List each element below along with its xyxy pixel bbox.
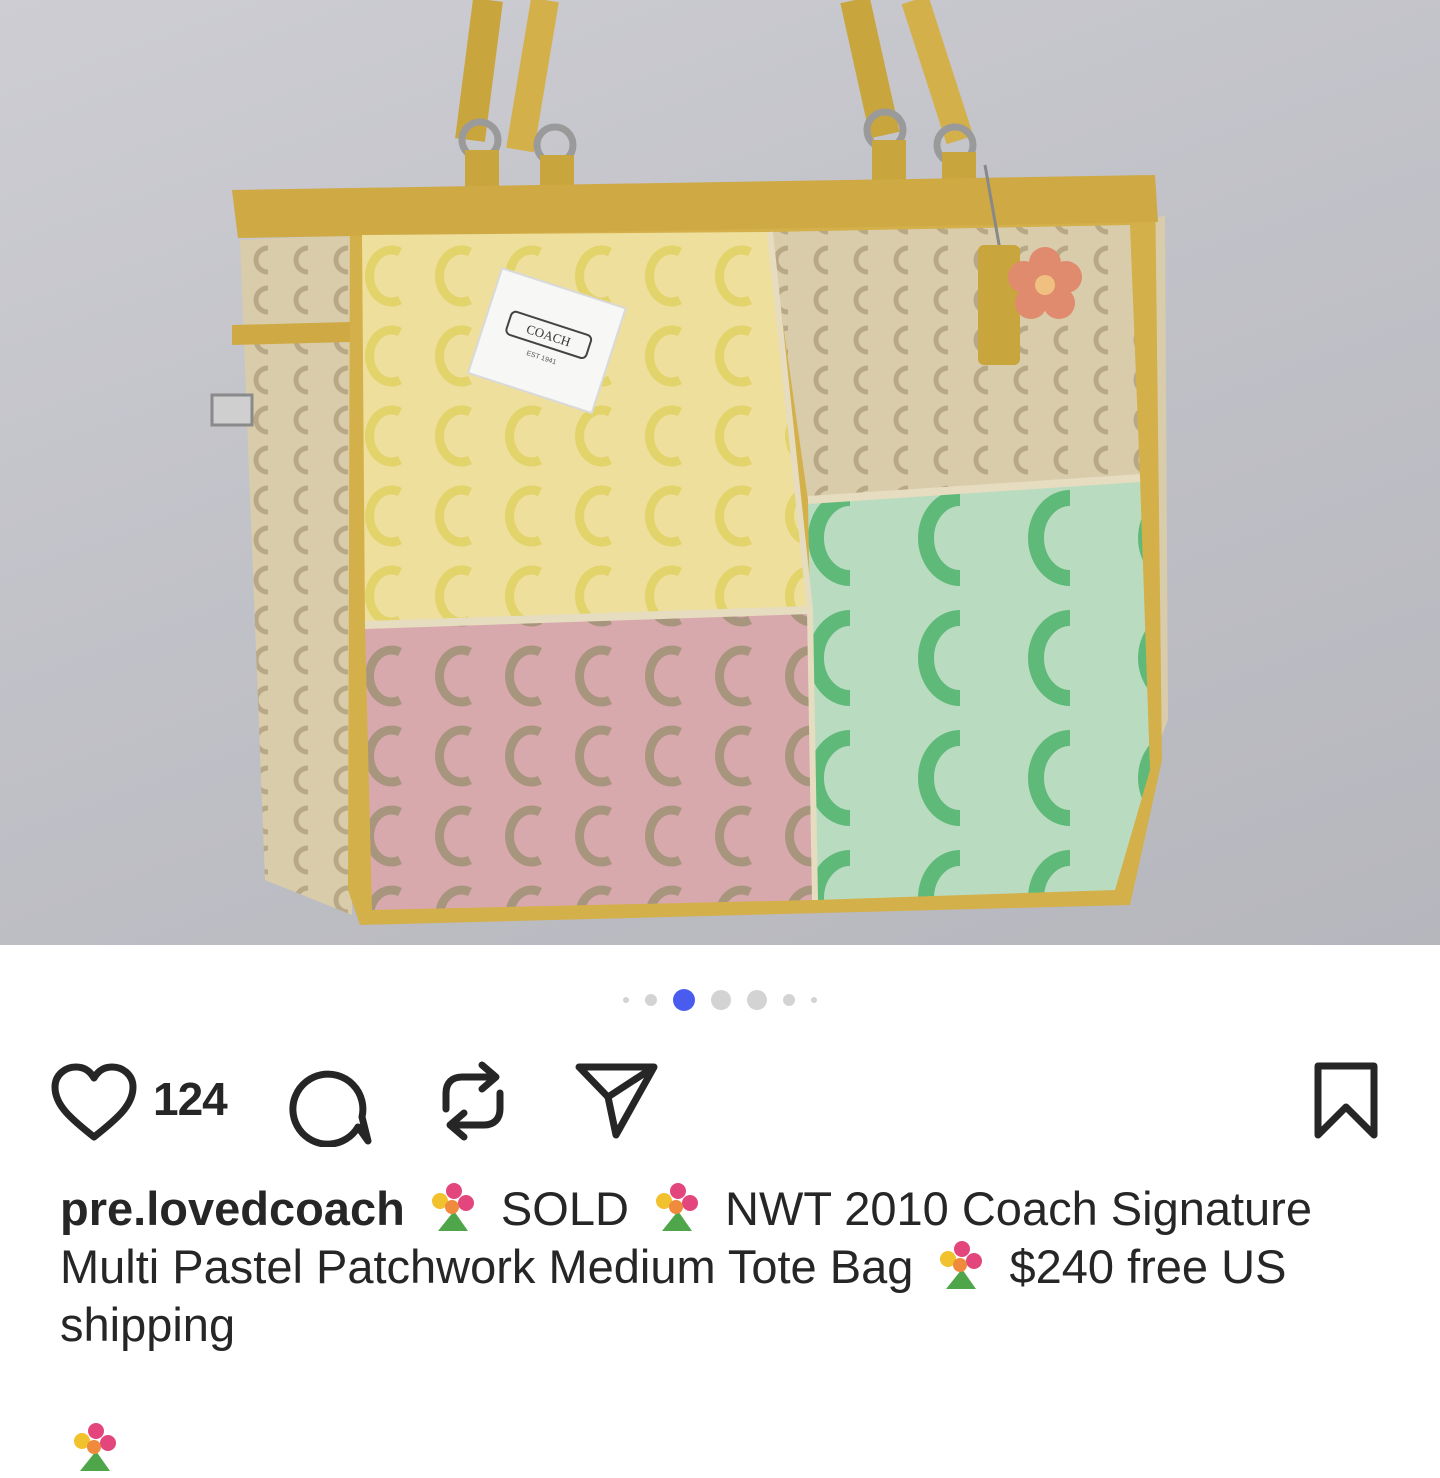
bouquet-emoji [940, 1241, 983, 1289]
carousel-dot [783, 994, 795, 1006]
bouquet-emoji [431, 1183, 474, 1231]
caption-username[interactable]: pre.lovedcoach [60, 1182, 405, 1235]
carousel-dot-active [673, 989, 695, 1011]
bouquet-emoji [655, 1183, 698, 1231]
carousel-dot [623, 997, 629, 1003]
repost-icon[interactable] [436, 1057, 510, 1145]
carousel-dot [811, 997, 817, 1003]
like-count[interactable]: 124 [153, 1072, 228, 1126]
carousel-indicator [0, 985, 1440, 1015]
tote-bag-photo: COACH EST 1941 [210, 0, 1168, 925]
bouquet-emoji [74, 1423, 116, 1471]
comment-icon[interactable] [288, 1063, 372, 1147]
send-icon[interactable] [574, 1061, 660, 1143]
carousel-dot [747, 990, 767, 1010]
post-caption: pre.lovedcoach SOLD NWT 2010 Coach Signa… [60, 1180, 1390, 1354]
carousel-dot [645, 994, 657, 1006]
post-image[interactable]: COACH EST 1941 [0, 0, 1440, 945]
heart-icon[interactable] [50, 1063, 138, 1143]
caption-continuation [60, 1420, 1390, 1478]
bookmark-icon[interactable] [1310, 1061, 1382, 1141]
caption-text-sold: SOLD [487, 1182, 642, 1235]
carousel-dot [711, 990, 731, 1010]
